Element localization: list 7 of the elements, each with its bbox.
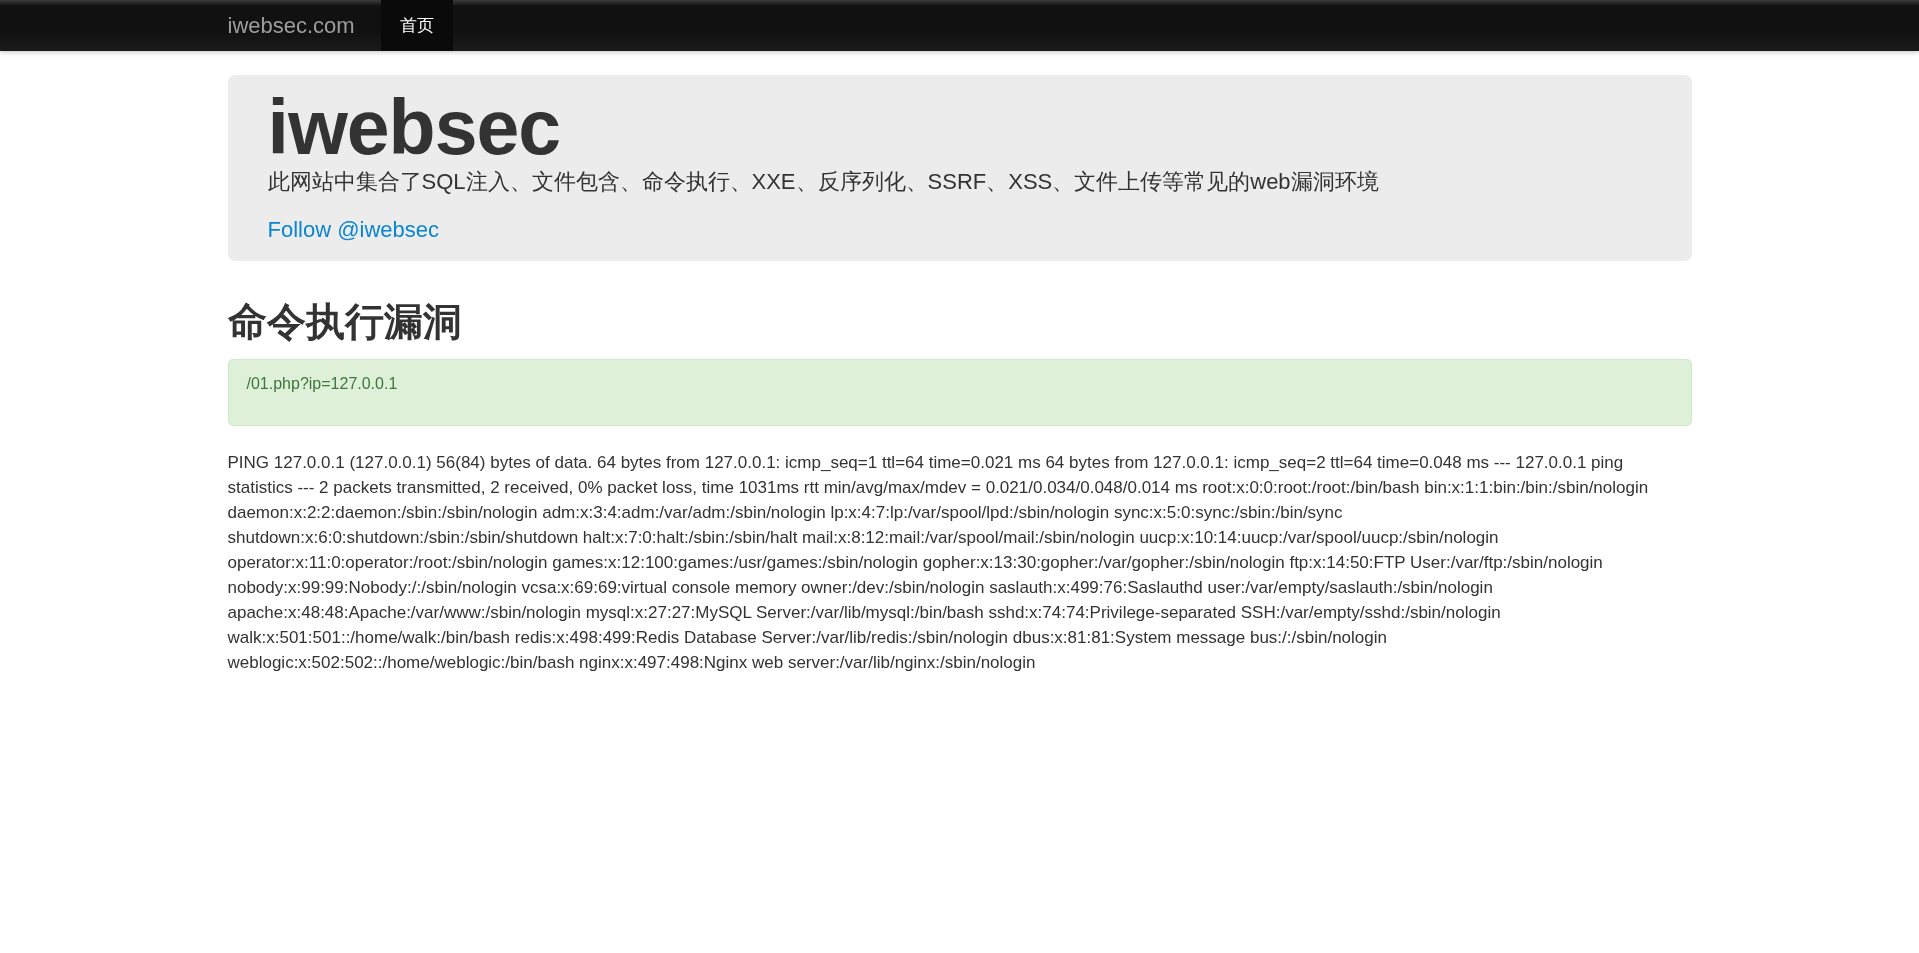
url-alert: /01.php?ip=127.0.0.1 (227, 359, 1692, 427)
command-output-text: PING 127.0.0.1 (127.0.0.1) 56(84) bytes of data. 64 bytes from 127.0.0.1: icmp_seq=1 ttl=64 time=0.021 ms 64 bytes from 127.0.0.1: icmp_seq=2 ttl=64 time=0.048 ms --- 127.0.0.1 ping statistics --- 2 packets transmitted, 2 received, 0% packet loss, time 1031ms rtt min/avg/max/mdev = 0.021/0.034/0.048/0.014 ms root:x:0:0:root:/root:/bin/bash bin:x:1:1:bin:/bin:/sbin/nologin daemon:x:2:2:daemon:/sbin:/sbin/nologin adm:x:3:4:adm:/var/adm:/sbin/nologin lp:x:4:7:lp:/var/spool/lpd:/sbin/nologin sync:x:5:0:sync:/sbin:/bin/sync shutdown:x:6:0:shutdown:/sbin:/sbin/shutdown halt:x:7:0:halt:/sbin:/sbin/halt mail:x:8:12:mail:/var/spool/mail:/sbin/nologin uucp:x:10:14:uucp:/var/spool/uucp:/sbin/nologin operator:x:11:0:operator:/root:/sbin/nologin games:x:12:100:games:/usr/games:/sbin/nologin gopher:x:13:30:gopher:/var/gopher:/sbin/nologin ftp:x:14:50:FTP User:/var/ftp:/sbin/nologin nobody:x:99:99:Nobody:/:/sbin/nologin vcsa:x:69:69:virtual console memory owner:/dev:/sbin/nologin saslauth:x:499:76:Saslauthd user:/var/empty/saslauth:/sbin/nologin apache:x:48:48:Apache:/var/www:/sbin/nologin mysql:x:27:27:MySQL Server:/var/lib/mysql:/bin/bash sshd:x:74:74:Privilege-separated SSH:/var/empty/sshd:/sbin/nologin walk:x:501:501::/home/walk:/bin/bash redis:x:498:499:Redis Database Server:/var/lib/redis:/sbin/nologin dbus:x:81:81:System message bus:/:/sbin/nologin weblogic:x:502:502::/home/weblogic:/bin/bash nginx:x:497:498:Nginx web server:/var/lib/nginx:/sbin/nologin (227, 452, 1650, 675)
section-heading: 命令执行漏洞 (227, 298, 462, 345)
site-title: iwebsec (267, 89, 561, 166)
site-description: 此网站中集合了SQL注入、文件包含、命令执行、XXE、反序列化、SSRF、XSS、文件上传等常见的web漏洞环境 (267, 168, 1380, 196)
site-brand-link[interactable]: iwebsec.com (227, 0, 381, 51)
nav-link[interactable]: 首页 (380, 0, 453, 51)
